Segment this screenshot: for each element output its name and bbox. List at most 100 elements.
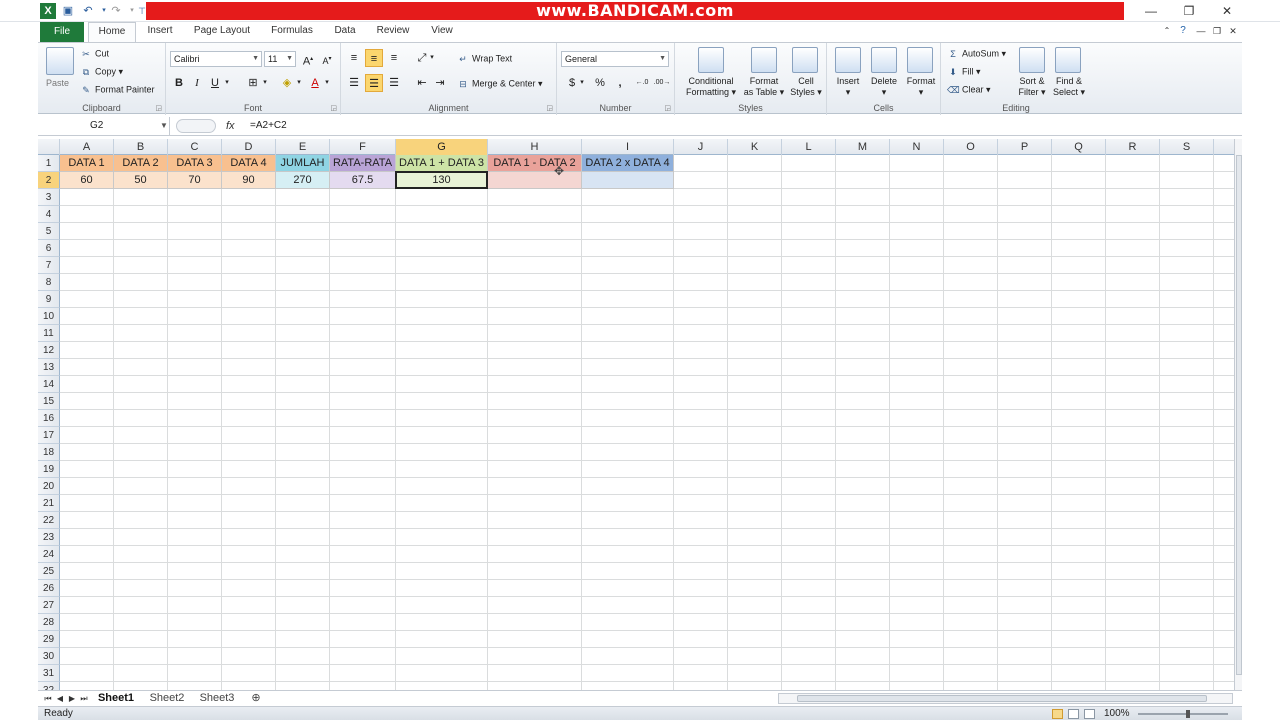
tab-review[interactable]: Review xyxy=(372,22,414,42)
close-button[interactable]: ✕ xyxy=(1212,2,1242,20)
comma-button[interactable]: , xyxy=(611,74,629,92)
help-icon[interactable]: ? xyxy=(1176,22,1190,42)
merge-center-button[interactable]: ⊟ Merge & Center ▾ xyxy=(457,78,542,90)
tab-insert[interactable]: Insert xyxy=(142,22,178,42)
row-header-4[interactable]: 4 xyxy=(38,206,60,223)
zoom-slider-thumb[interactable] xyxy=(1186,710,1190,718)
row-header-17[interactable]: 17 xyxy=(38,427,60,444)
top-align-icon[interactable]: ≡ xyxy=(345,49,363,67)
cell-f2[interactable]: 67.5 xyxy=(330,172,396,189)
row-header-8[interactable]: 8 xyxy=(38,274,60,291)
column-header-s[interactable]: S xyxy=(1160,139,1214,155)
worksheet-grid[interactable]: ABCDEFGHIJKLMNOPQRS 1 2 3 4 5 6 7 8 9 10 11 12 13 14 1… xyxy=(38,139,1234,690)
underline-dropdown-icon[interactable]: ▾ xyxy=(222,74,232,92)
column-header-g[interactable]: G xyxy=(396,139,488,155)
cell-a1[interactable]: DATA 1 xyxy=(60,155,114,172)
cell-c1[interactable]: DATA 3 xyxy=(168,155,222,172)
delete-cells-icon[interactable] xyxy=(871,47,897,73)
row-header-32[interactable]: 32 xyxy=(38,682,60,690)
italic-button[interactable]: I xyxy=(188,74,206,92)
page-layout-view-icon[interactable] xyxy=(1068,709,1079,719)
increase-decimal-icon[interactable]: ←.0 xyxy=(633,74,651,92)
cell-f1[interactable]: RATA-RATA xyxy=(330,155,396,172)
find-select-button[interactable]: Find & Select ▾ xyxy=(1049,76,1089,98)
column-header-q[interactable]: Q xyxy=(1052,139,1106,155)
bold-button[interactable]: B xyxy=(170,74,188,92)
sheet-tab-2[interactable]: Sheet2 xyxy=(146,691,188,706)
column-header-r[interactable]: R xyxy=(1106,139,1160,155)
save-icon[interactable]: ▣ xyxy=(60,3,76,19)
tab-home[interactable]: Home xyxy=(88,22,136,42)
font-launcher-icon[interactable]: ◲ xyxy=(330,104,337,112)
row-header-10[interactable]: 10 xyxy=(38,308,60,325)
zoom-slider[interactable] xyxy=(1138,713,1228,715)
percent-button[interactable]: % xyxy=(591,74,609,92)
row-header-22[interactable]: 22 xyxy=(38,512,60,529)
formula-input[interactable]: =A2+C2 xyxy=(250,117,287,135)
row-header-29[interactable]: 29 xyxy=(38,631,60,648)
format-painter-button[interactable]: ✎ Format Painter xyxy=(80,84,154,96)
format-cells-icon[interactable] xyxy=(907,47,933,73)
row-header-12[interactable]: 12 xyxy=(38,342,60,359)
sheet-tab-1[interactable]: Sheet1 xyxy=(94,691,138,706)
column-header-o[interactable]: O xyxy=(944,139,998,155)
align-left-icon[interactable]: ☰ xyxy=(345,74,363,92)
row-header-19[interactable]: 19 xyxy=(38,461,60,478)
cell-i1[interactable]: DATA 2 x DATA 4 xyxy=(582,155,674,172)
fill-button[interactable]: ⬇ Fill ▾ xyxy=(947,66,980,78)
alignment-launcher-icon[interactable]: ◲ xyxy=(546,104,553,112)
font-size-dropdown[interactable]: 11 ▼ xyxy=(264,51,296,67)
cell-h1[interactable]: DATA 1 - DATA 2 xyxy=(488,155,582,172)
column-header-p[interactable]: P xyxy=(998,139,1052,155)
row-header-23[interactable]: 23 xyxy=(38,529,60,546)
insert-cells-button[interactable]: Insert ▾ xyxy=(831,76,865,98)
row-header-3[interactable]: 3 xyxy=(38,189,60,206)
row-header-7[interactable]: 7 xyxy=(38,257,60,274)
column-header-c[interactable]: C xyxy=(168,139,222,155)
clipboard-launcher-icon[interactable]: ◲ xyxy=(155,104,162,112)
cell-b1[interactable]: DATA 2 xyxy=(114,155,168,172)
currency-dropdown-icon[interactable]: ▾ xyxy=(577,74,587,92)
cell-e2[interactable]: 270 xyxy=(276,172,330,189)
select-all-corner[interactable] xyxy=(38,139,60,155)
row-header-2[interactable]: 2 xyxy=(38,172,60,189)
restore-button[interactable]: ❐ xyxy=(1174,2,1204,20)
row-header-25[interactable]: 25 xyxy=(38,563,60,580)
minimize-button[interactable]: — xyxy=(1136,2,1166,20)
clear-button[interactable]: ⌫ Clear ▾ xyxy=(947,84,991,96)
formula-bar-expander[interactable] xyxy=(176,119,216,133)
conditional-formatting-icon[interactable] xyxy=(698,47,724,73)
normal-view-icon[interactable] xyxy=(1052,709,1063,719)
sort-filter-icon[interactable] xyxy=(1019,47,1045,73)
bottom-align-icon[interactable]: ≡ xyxy=(385,49,403,67)
number-launcher-icon[interactable]: ◲ xyxy=(664,104,671,112)
zoom-level[interactable]: 100% xyxy=(1104,707,1130,720)
binoculars-icon[interactable] xyxy=(1055,47,1081,73)
cell-a2[interactable]: 60 xyxy=(60,172,114,189)
column-header-b[interactable]: B xyxy=(114,139,168,155)
row-header-20[interactable]: 20 xyxy=(38,478,60,495)
increase-indent-icon[interactable]: ⇥ xyxy=(431,74,449,92)
row-header-13[interactable]: 13 xyxy=(38,359,60,376)
sheet-tab-3[interactable]: Sheet3 xyxy=(196,691,238,706)
tab-file[interactable]: File xyxy=(40,22,84,42)
autosum-button[interactable]: Σ AutoSum ▾ xyxy=(947,48,1006,60)
first-sheet-icon[interactable]: ⏮ xyxy=(42,691,54,706)
row-header-27[interactable]: 27 xyxy=(38,597,60,614)
column-header-n[interactable]: N xyxy=(890,139,944,155)
workbook-minimize-icon[interactable]: — xyxy=(1194,22,1208,42)
tab-page-layout[interactable]: Page Layout xyxy=(190,22,254,42)
horizontal-scroll-thumb[interactable] xyxy=(797,695,1207,702)
cut-button[interactable]: ✂ Cut xyxy=(80,48,109,60)
vertical-scrollbar[interactable] xyxy=(1234,139,1242,690)
format-as-table-button[interactable]: Format as Table ▾ xyxy=(741,76,787,98)
cell-d2[interactable]: 90 xyxy=(222,172,276,189)
row-header-15[interactable]: 15 xyxy=(38,393,60,410)
redo-icon[interactable]: ↷ xyxy=(108,3,124,19)
cell-e1[interactable]: JUMLAH xyxy=(276,155,330,172)
row-header-11[interactable]: 11 xyxy=(38,325,60,342)
cell-d1[interactable]: DATA 4 xyxy=(222,155,276,172)
page-break-view-icon[interactable] xyxy=(1084,709,1095,719)
paste-button[interactable]: Paste xyxy=(46,78,69,89)
font-color-dropdown-icon[interactable]: ▾ xyxy=(322,74,332,92)
